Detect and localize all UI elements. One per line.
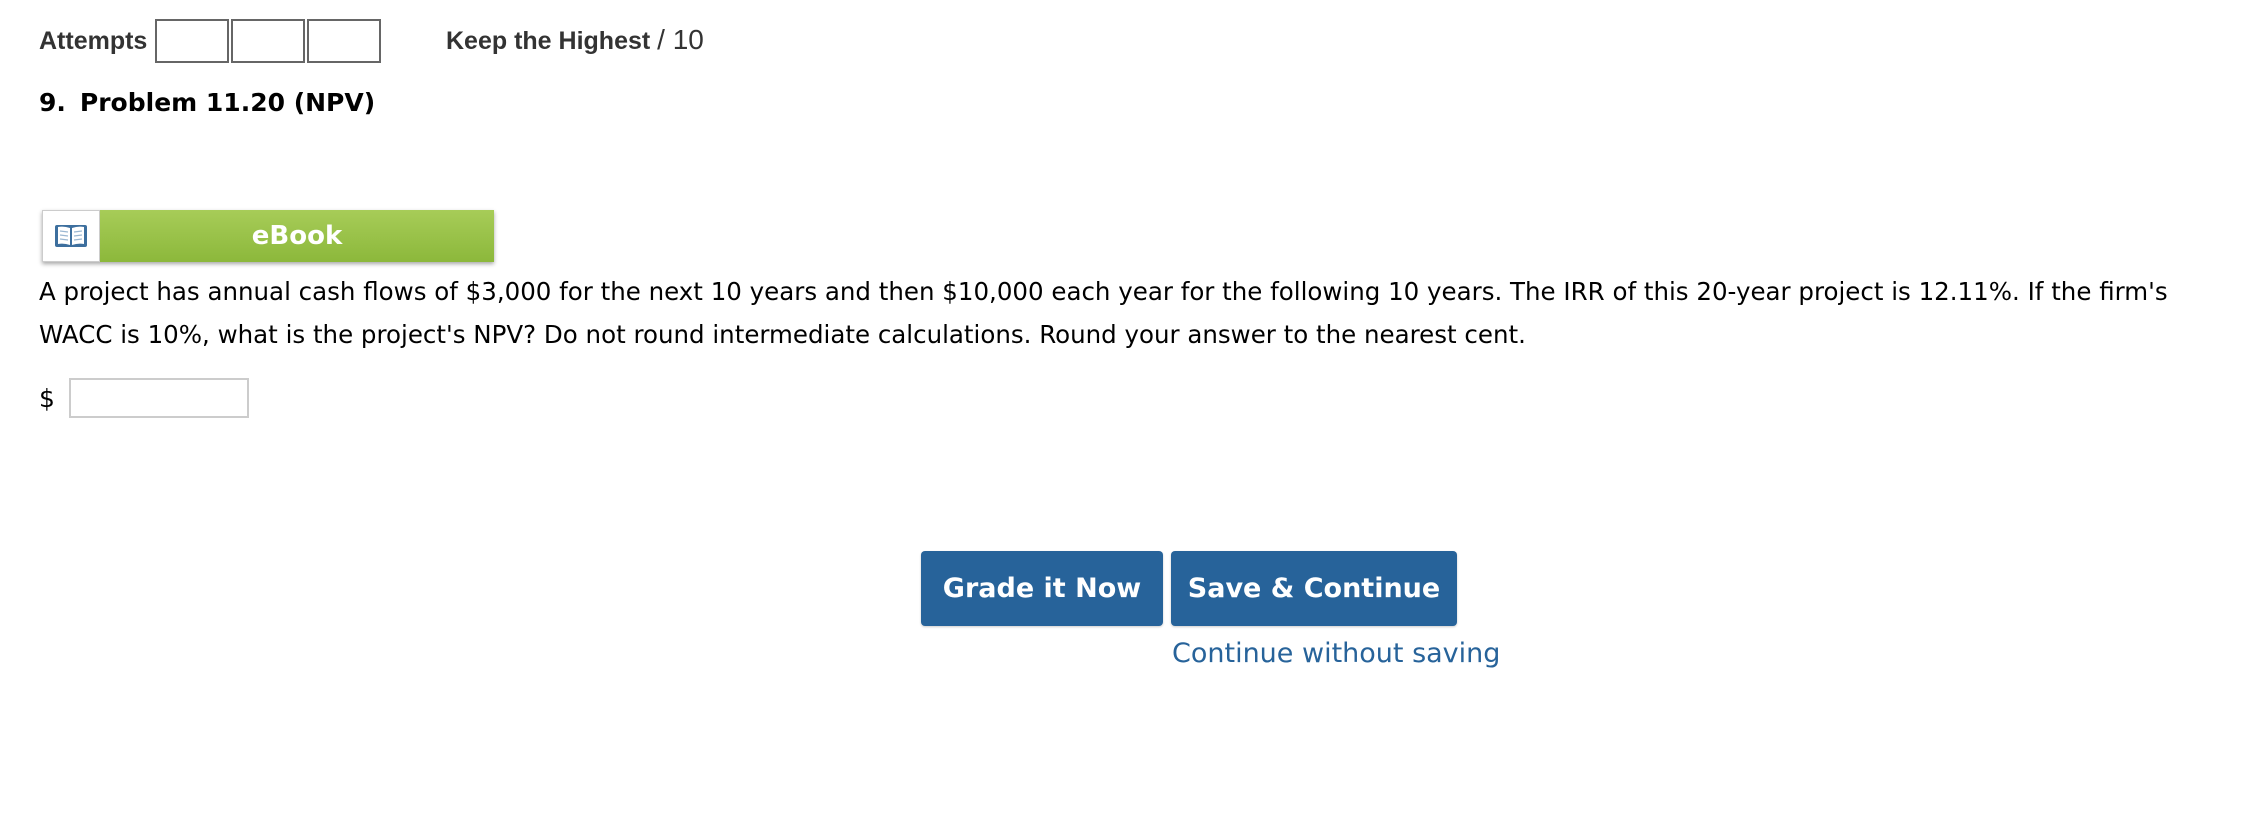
- keep-highest-label: Keep the Highest: [446, 27, 651, 55]
- attempt-box-1: [155, 19, 230, 63]
- ebook-label: eBook: [251, 221, 343, 251]
- book-icon: [55, 225, 87, 247]
- answer-row: $: [39, 377, 249, 419]
- question-text: A project has annual cash flows of $3,00…: [39, 277, 2168, 349]
- continue-without-saving-link[interactable]: Continue without saving: [1172, 638, 1500, 669]
- keep-highest: Keep the Highest / 10: [446, 24, 704, 56]
- attempts-row: Attempts: [39, 17, 383, 65]
- ebook-label-wrap: eBook: [100, 210, 494, 262]
- attempt-box-3: [307, 19, 382, 63]
- dollar-sign: $: [39, 383, 55, 413]
- problem-title: 9. Problem 11.20 (NPV): [39, 88, 375, 117]
- ebook-button[interactable]: eBook: [42, 210, 494, 262]
- ebook-icon-wrap: [42, 210, 100, 262]
- problem-number: 9.: [39, 88, 66, 117]
- score-suffix: / 10: [657, 24, 704, 55]
- attempt-box-2: [231, 19, 306, 63]
- grade-it-now-button[interactable]: Grade it Now: [921, 551, 1163, 626]
- attempts-label: Attempts: [39, 26, 148, 55]
- attempt-boxes: [155, 19, 383, 63]
- save-and-continue-button[interactable]: Save & Continue: [1171, 551, 1457, 626]
- npv-answer-input[interactable]: [68, 378, 249, 418]
- problem-title-text: Problem 11.20 (NPV): [79, 88, 376, 117]
